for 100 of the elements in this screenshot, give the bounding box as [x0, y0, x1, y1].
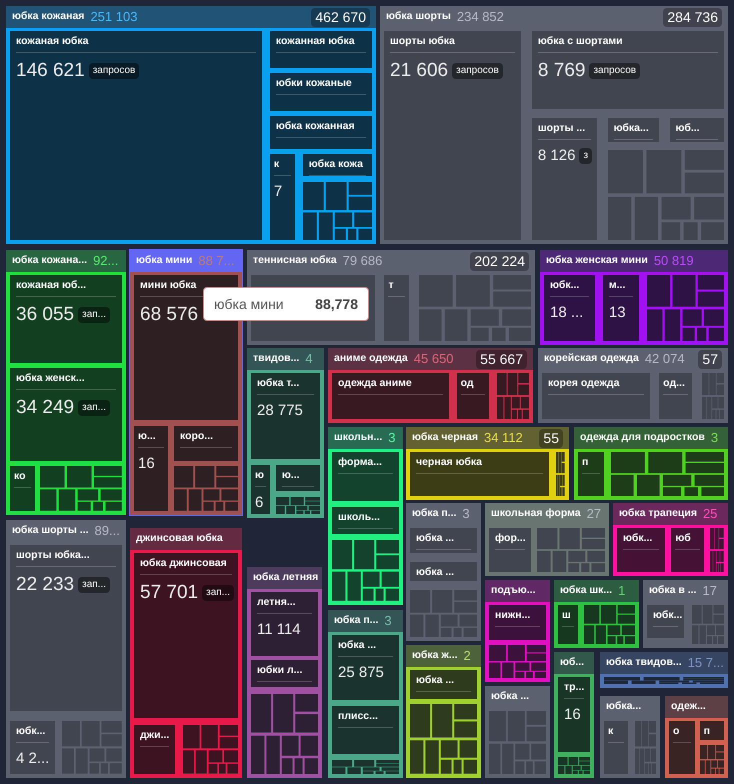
group-title: юбка шорты ... [12, 523, 89, 538]
group-title: юбка мини [136, 253, 192, 268]
tile-label: юб... [676, 122, 700, 135]
group-value: 92... [93, 252, 118, 270]
tile-label: од... [663, 377, 685, 390]
tile-label: корея одежда [548, 377, 620, 390]
tile-label: нижн... [495, 609, 530, 622]
tile-count: 34 249 [16, 396, 74, 420]
mosaic-drawing [634, 721, 656, 774]
mosaic-drawing [700, 744, 724, 774]
tile-count: 21 606 [390, 59, 448, 83]
tile-label: юбка ... [416, 532, 454, 545]
tile-label: юбки л... [257, 664, 302, 678]
tooltip-label: юбка мини [214, 294, 284, 314]
mosaic-drawing [692, 605, 724, 644]
group-value: 234 852 [456, 8, 504, 26]
tile-count: 7 [274, 182, 282, 202]
unit-badge: зап... [78, 307, 110, 323]
tile-label: шорты юбка... [16, 549, 90, 562]
tile-count: 25 875 [338, 663, 384, 683]
mosaic-drawing [410, 704, 477, 774]
group-value: 34 112 [484, 429, 523, 448]
tile-count: 6 [255, 493, 264, 514]
mosaic-drawing [584, 605, 635, 644]
group-title: одежда для подростков [580, 430, 705, 446]
tile-label: юбка с шортами [538, 35, 623, 48]
group-title: аниме одежда [334, 351, 408, 366]
unit-badge: зап... [78, 577, 110, 593]
mosaic-drawing [496, 373, 529, 419]
mosaic-drawing [332, 540, 399, 601]
tile-label: юбк... [550, 279, 580, 292]
mosaic-drawing [182, 725, 238, 774]
tile-label: коро... [180, 430, 214, 443]
tile-label: шорты ... [538, 122, 586, 135]
tile-count: 8 126 [538, 146, 576, 166]
tile-label: м... [608, 279, 626, 292]
group-value: 89... [94, 522, 120, 540]
tooltip-value: 88,778 [315, 294, 358, 314]
group-title: школьн... [334, 430, 382, 446]
tile-label: юбки кожаные [276, 77, 352, 90]
mosaic-drawing [702, 373, 724, 419]
group-total: 462 670 [311, 8, 370, 26]
unit-badge: запросов [589, 63, 640, 79]
tile-label: п [582, 456, 588, 469]
tile-label: о [673, 725, 680, 738]
group-title: джинсовая юбка [136, 531, 223, 546]
group-title: теннисная юбка [253, 253, 337, 268]
mosaic-drawing [302, 182, 372, 240]
unit-badge: запросов [88, 63, 140, 79]
mosaic-drawing [558, 757, 590, 774]
unit-badge: з [579, 148, 592, 164]
tile-count: 11 114 [257, 620, 301, 640]
tile-count: 16 [564, 705, 581, 725]
group-total: 55 [539, 428, 563, 448]
group-value: 251 103 [90, 8, 138, 26]
tile-label: юбка кожа [308, 158, 363, 171]
group-title: юбка летняя [253, 570, 318, 586]
tile-label: ю... [138, 430, 156, 443]
group-title: юбка черная [412, 430, 478, 446]
tile-count: 146 621 [16, 59, 85, 83]
group-title: корейская одежда [544, 351, 639, 366]
group-value: 2 [464, 647, 471, 666]
tile-label: од [460, 377, 474, 390]
tile-label: фор... [495, 532, 526, 545]
tile-label: т [388, 279, 394, 292]
mosaic-drawing [62, 721, 122, 774]
group-title: твидов... [253, 351, 300, 366]
tile-count: 22 233 [16, 573, 74, 597]
tile-label: юбка кожанная [276, 120, 355, 133]
mosaic-drawing [710, 528, 724, 572]
group-total: 57 [698, 350, 722, 368]
tile-label: юбк... [653, 609, 682, 622]
tile-label: летня... [257, 596, 296, 609]
tile-count: 28 775 [257, 401, 303, 421]
group-total: 55 667 [476, 350, 527, 368]
tile-label: к [608, 725, 614, 738]
tile-label: кожанная юбка [276, 35, 355, 48]
tile-label: кожаная юбка [16, 35, 88, 48]
mosaic-drawing [489, 711, 546, 774]
group-value: 3 [384, 612, 392, 630]
group-title: юбка кожана... [12, 253, 88, 268]
group-title: юбка ... [491, 689, 530, 704]
tile-label: к [274, 158, 280, 171]
group-total: 284 736 [663, 8, 722, 26]
group-title: подъю... [491, 583, 536, 598]
group-title: юбка п... [334, 613, 378, 628]
tile-label: юбка... [614, 122, 649, 135]
group-value: 4 [305, 350, 313, 368]
group-value: 79 686 [342, 252, 382, 270]
group-title: юбка шк... [560, 583, 612, 598]
tile-label: ю [255, 469, 264, 482]
tile-label: мини юбка [140, 279, 196, 292]
mosaic-drawing [276, 496, 320, 514]
group-title: юбка п... [412, 506, 456, 522]
tile-count: 68 576 [140, 303, 198, 327]
tile-label: ш [562, 609, 571, 622]
tile-count: 57 701 [140, 581, 198, 605]
group-value: 88 7... [198, 252, 234, 270]
tile-label: юбка джинсовая [140, 557, 227, 570]
group-total: 202 224 [470, 252, 529, 270]
